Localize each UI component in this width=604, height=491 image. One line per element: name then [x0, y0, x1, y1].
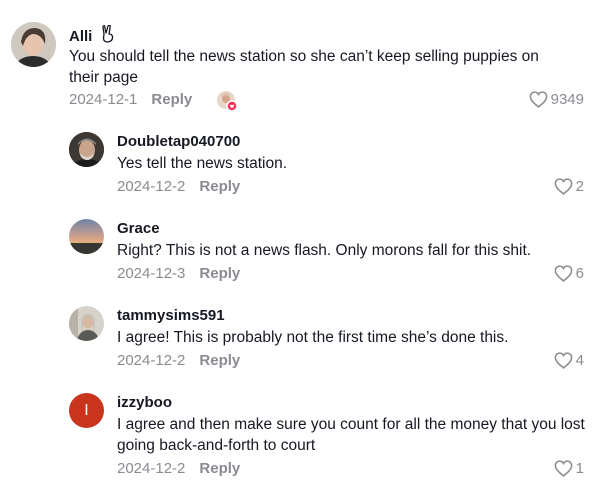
- comment-meta: 2024-12-2 Reply: [117, 352, 240, 369]
- comment-date: 2024-12-2: [117, 460, 186, 477]
- creator-liked-avatar-icon: [217, 91, 238, 112]
- like-button[interactable]: 9349: [529, 91, 584, 108]
- heart-outline-icon: [554, 265, 573, 282]
- like-button[interactable]: 2: [554, 178, 584, 195]
- comment-date: 2024-12-3: [117, 265, 186, 282]
- reply-button[interactable]: Reply: [199, 178, 240, 195]
- avatar[interactable]: [11, 22, 56, 67]
- avatar[interactable]: [69, 219, 104, 254]
- comment-meta: 2024-12-2 Reply: [117, 460, 240, 477]
- like-count: 9349: [550, 91, 584, 108]
- comment-username[interactable]: Grace: [117, 220, 160, 237]
- comment-text: You should tell the news station so she …: [69, 48, 539, 86]
- heart-outline-icon: [554, 460, 573, 477]
- comment-text: Right? This is not a news flash. Only mo…: [117, 242, 532, 259]
- comment-meta: 2024-12-3 Reply: [117, 265, 240, 282]
- comment-meta: 2024-12-1 Reply: [69, 91, 192, 108]
- comment-text: I agree and then make sure you count for…: [117, 416, 585, 454]
- heart-outline-icon: [554, 352, 573, 369]
- comment-date: 2024-12-2: [117, 352, 186, 369]
- reply-button[interactable]: Reply: [151, 91, 192, 108]
- avatar[interactable]: [69, 132, 104, 167]
- reply-comment: Grace Right? This is not a news flash. O…: [0, 211, 604, 291]
- avatar[interactable]: I: [69, 393, 104, 428]
- like-button[interactable]: 6: [554, 265, 584, 282]
- like-button[interactable]: 4: [554, 352, 584, 369]
- reply-button[interactable]: Reply: [199, 265, 240, 282]
- comment-meta: 2024-12-2 Reply: [117, 178, 240, 195]
- comment-date: 2024-12-1: [69, 91, 138, 108]
- reply-comment: I izzyboo I agree and then make sure you…: [0, 385, 604, 491]
- like-count: 1: [575, 460, 584, 477]
- avatar-letter: I: [84, 401, 89, 419]
- like-button[interactable]: 1: [554, 460, 584, 477]
- like-count: 4: [575, 352, 584, 369]
- comment-text: I agree! This is probably not the first …: [117, 329, 509, 346]
- like-count: 2: [575, 178, 584, 195]
- username-text[interactable]: Alli: [69, 28, 92, 45]
- reply-comment: tammysims591 I agree! This is probably n…: [0, 298, 604, 378]
- heart-outline-icon: [529, 91, 548, 108]
- avatar[interactable]: [69, 306, 104, 341]
- comment-date: 2024-12-2: [117, 178, 186, 195]
- heart-outline-icon: [554, 178, 573, 195]
- comment-username[interactable]: tammysims591: [117, 307, 225, 324]
- reply-comment: Doubletap040700 Yes tell the news statio…: [0, 124, 604, 204]
- reply-button[interactable]: Reply: [199, 352, 240, 369]
- comment-username[interactable]: izzyboo: [117, 394, 172, 411]
- comment-text: Yes tell the news station.: [117, 155, 288, 172]
- comment-username[interactable]: Doubletap040700: [117, 133, 240, 150]
- peace-hand-emoji: [101, 24, 115, 47]
- comment-top: Alli You should tell the news station so…: [0, 0, 604, 120]
- like-count: 6: [575, 265, 584, 282]
- comment-username[interactable]: Alli: [69, 24, 115, 47]
- reply-button[interactable]: Reply: [199, 460, 240, 477]
